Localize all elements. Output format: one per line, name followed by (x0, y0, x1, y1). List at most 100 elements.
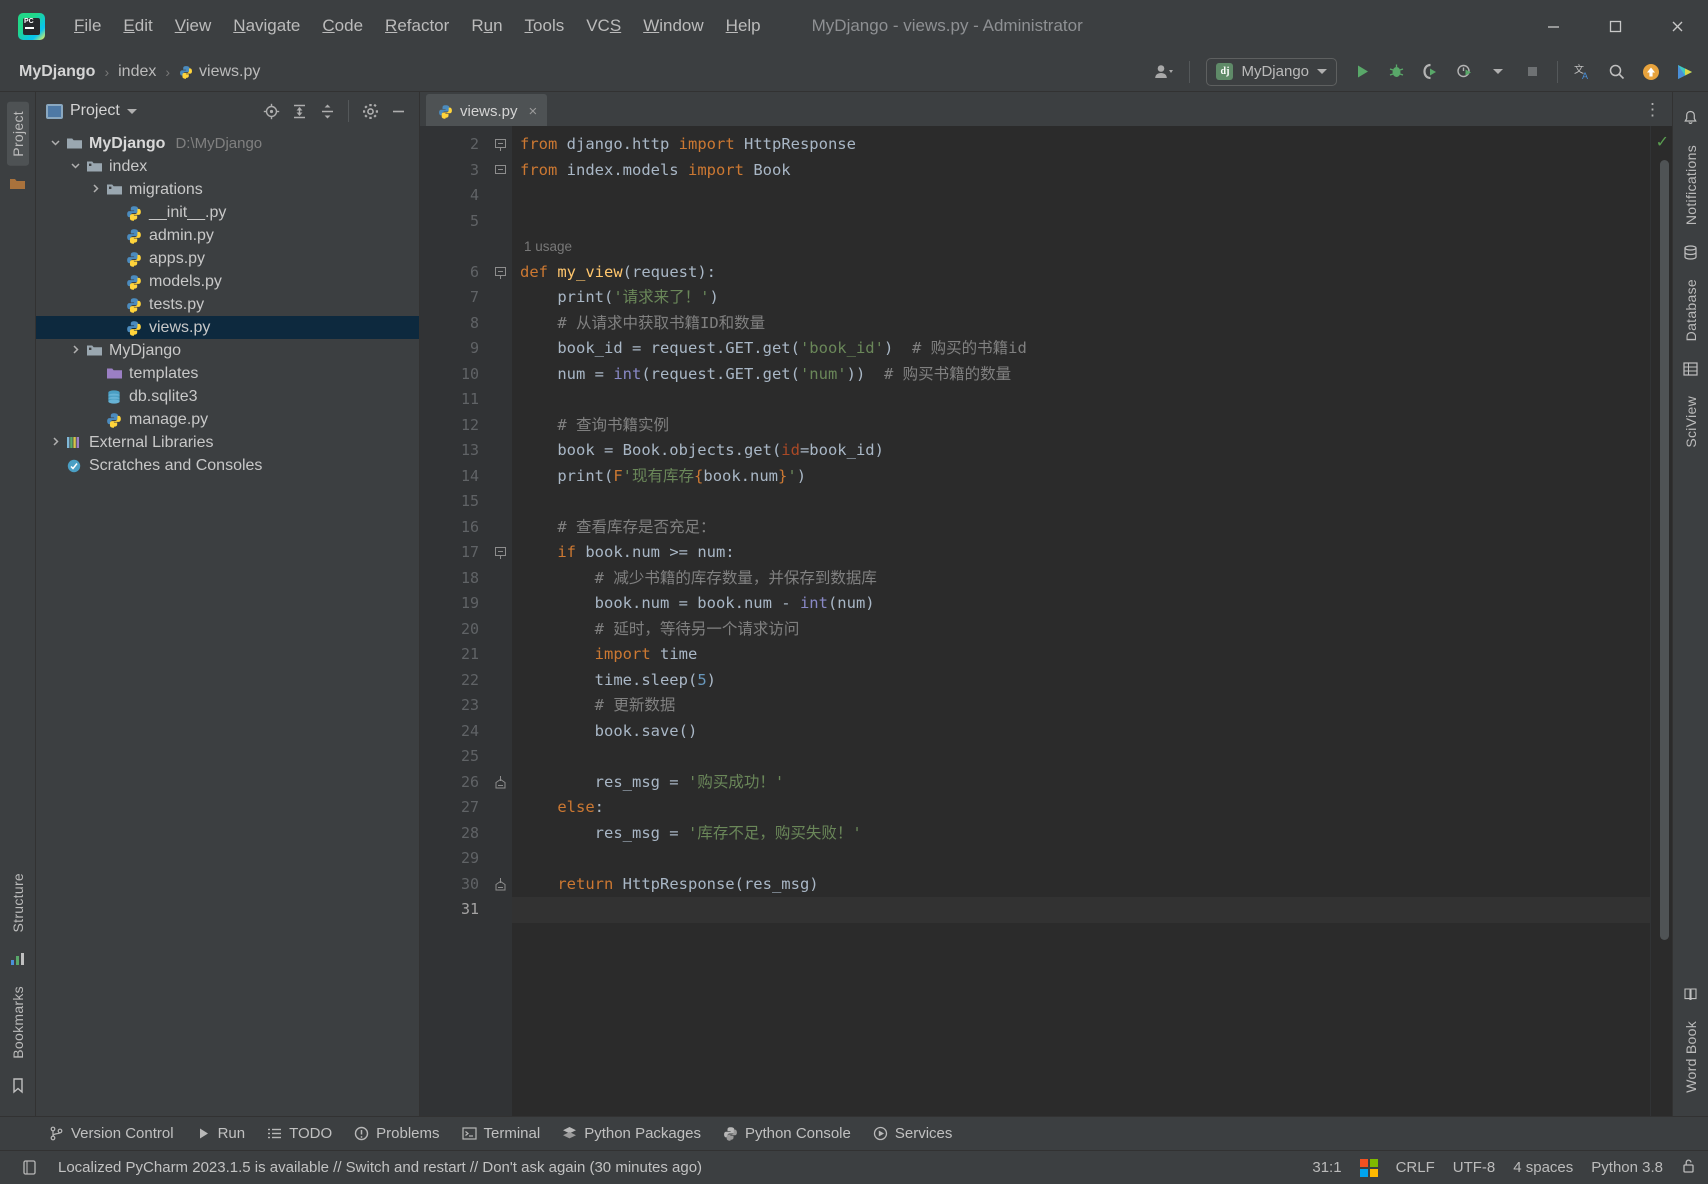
tree-item-apps-py[interactable]: apps.py (36, 247, 419, 270)
twisty-expanded-icon[interactable] (46, 137, 64, 151)
search-icon[interactable] (1602, 57, 1632, 87)
close-icon[interactable] (1646, 0, 1708, 52)
code-line-27[interactable]: else: (512, 795, 1650, 821)
menu-view[interactable]: View (164, 11, 223, 41)
rail-tab-notifications[interactable]: Notifications (1680, 136, 1702, 234)
menu-code[interactable]: Code (311, 11, 374, 41)
twisty-expanded-icon[interactable] (66, 160, 84, 174)
menu-window[interactable]: Window (632, 11, 714, 41)
unlocked-icon[interactable] (1681, 1158, 1696, 1178)
code-area[interactable]: from django.http import HttpResponse from… (512, 126, 1650, 1116)
code-line-16[interactable]: # 查看库存是否充足： (512, 515, 1650, 541)
code-line-20[interactable]: # 延时，等待另一个请求访问 (512, 617, 1650, 643)
bookmarks-icon[interactable] (7, 1075, 29, 1097)
breadcrumb-index[interactable]: index (113, 60, 161, 84)
tree-item-tests-py[interactable]: tests.py (36, 293, 419, 316)
toolwindow-todo[interactable]: TODO (258, 1121, 341, 1146)
coverage-icon[interactable] (1415, 57, 1445, 87)
rail-tab-database[interactable]: Database (1680, 270, 1702, 350)
code-line-22[interactable]: time.sleep(5) (512, 668, 1650, 694)
hide-panel-icon[interactable] (385, 98, 411, 124)
stop-icon[interactable] (1517, 57, 1547, 87)
database-rail-icon[interactable] (1680, 241, 1702, 263)
code-line-2[interactable]: from django.http import HttpResponse (512, 132, 1650, 158)
code-line-12[interactable]: # 查询书籍实例 (512, 413, 1650, 439)
code-line-6[interactable]: def my_view(request): (512, 260, 1650, 286)
locate-icon[interactable] (258, 98, 284, 124)
code-line-8[interactable]: # 从请求中获取书籍ID和数量 (512, 311, 1650, 337)
twisty-collapsed-icon[interactable] (66, 344, 84, 358)
tree-item-migrations[interactable]: migrations (36, 178, 419, 201)
fold-region-end-icon[interactable] (494, 877, 507, 891)
code-line-4[interactable] (512, 183, 1650, 209)
fold-collapse-icon[interactable] (494, 138, 507, 151)
tree-item-models-py[interactable]: models.py (36, 270, 419, 293)
structure-icon[interactable] (7, 948, 29, 970)
code-line-29[interactable] (512, 846, 1650, 872)
tree-item-manage-py[interactable]: manage.py (36, 408, 419, 431)
toolwindow-python-packages[interactable]: Python Packages (553, 1121, 710, 1146)
rail-tab-word-book[interactable]: Word Book (1680, 1012, 1702, 1102)
maximize-icon[interactable] (1584, 0, 1646, 52)
status-message[interactable]: Localized PyCharm 2023.1.5 is available … (58, 1159, 702, 1176)
minimize-icon[interactable] (1522, 0, 1584, 52)
translate-icon[interactable]: 文 A (1568, 57, 1598, 87)
tree-item-admin-py[interactable]: admin.py (36, 224, 419, 247)
twisty-collapsed-icon[interactable] (86, 183, 104, 197)
code-line-21[interactable]: import time (512, 642, 1650, 668)
folder-rail-icon[interactable] (7, 173, 29, 195)
editor-tab-views-py[interactable]: views.py × (426, 94, 548, 126)
toolwindow-services[interactable]: Services (864, 1121, 962, 1146)
indent-setting[interactable]: 4 spaces (1513, 1159, 1573, 1176)
run-icon[interactable] (1347, 57, 1377, 87)
notification-icon[interactable] (14, 1153, 44, 1183)
toolwindow-terminal[interactable]: Terminal (453, 1121, 550, 1146)
more-tabs-icon[interactable]: ⋮ (1644, 100, 1662, 120)
error-stripe-scrollbar[interactable]: ✓ (1650, 126, 1672, 1116)
menu-navigate[interactable]: Navigate (222, 11, 311, 41)
tree-item-templates[interactable]: templates (36, 362, 419, 385)
code-line-25[interactable] (512, 744, 1650, 770)
rail-tab-project[interactable]: Project (6, 102, 29, 166)
ide-feature-icon[interactable] (1670, 57, 1700, 87)
code-line-14[interactable]: print(F'现有库存{book.num}') (512, 464, 1650, 490)
collapse-all-icon[interactable] (314, 98, 340, 124)
project-tree[interactable]: MyDjango D:\MyDjango index migrations __init… (36, 130, 419, 1116)
tree-item-external-libraries[interactable]: External Libraries (36, 431, 419, 454)
tree-item-__init__-py[interactable]: __init__.py (36, 201, 419, 224)
toolwindow-run[interactable]: Run (187, 1121, 255, 1146)
settings-icon[interactable] (357, 98, 383, 124)
code-line-13[interactable]: book = Book.objects.get(id=book_id) (512, 438, 1650, 464)
fold-gutter[interactable] (490, 126, 512, 1116)
code-line-30[interactable]: return HttpResponse(res_msg) (512, 872, 1650, 898)
tree-item-mydjango[interactable]: MyDjango D:\MyDjango (36, 132, 419, 155)
menu-tools[interactable]: Tools (514, 11, 576, 41)
fold-end-icon[interactable] (494, 164, 507, 177)
menu-refactor[interactable]: Refactor (374, 11, 460, 41)
fold-region-end-icon[interactable] (494, 775, 507, 789)
code-line-23[interactable]: # 更新数据 (512, 693, 1650, 719)
code-line-7[interactable]: print('请求来了！') (512, 285, 1650, 311)
code-line-26[interactable]: res_msg = '购买成功！' (512, 770, 1650, 796)
tree-item-views-py[interactable]: views.py (36, 316, 419, 339)
code-line-10[interactable]: num = int(request.GET.get('num')) # 购买书籍… (512, 362, 1650, 388)
code-line-15[interactable] (512, 489, 1650, 515)
toolwindow-version-control[interactable]: Version Control (40, 1121, 183, 1146)
code-line-9[interactable]: book_id = request.GET.get('book_id') # 购… (512, 336, 1650, 362)
fold-collapse-icon[interactable] (494, 546, 507, 559)
twisty-collapsed-icon[interactable] (46, 436, 64, 450)
breadcrumb-mydjango[interactable]: MyDjango (14, 60, 100, 84)
word-book-icon[interactable] (1680, 983, 1702, 1005)
toolwindow-python-console[interactable]: Python Console (714, 1121, 860, 1146)
windows-logo-icon[interactable] (1359, 1158, 1378, 1177)
code-line-24[interactable]: book.save() (512, 719, 1650, 745)
rail-tab-structure[interactable]: Structure (7, 864, 29, 942)
chevron-down-icon[interactable] (1483, 57, 1513, 87)
chevron-down-icon[interactable] (126, 108, 137, 114)
code-line-19[interactable]: book.num = book.num - int(num) (512, 591, 1650, 617)
menu-run[interactable]: Run (460, 11, 513, 41)
profile-icon[interactable] (1449, 57, 1479, 87)
python-interpreter[interactable]: Python 3.8 (1591, 1159, 1663, 1176)
expand-all-icon[interactable] (286, 98, 312, 124)
close-icon[interactable]: × (529, 103, 538, 120)
